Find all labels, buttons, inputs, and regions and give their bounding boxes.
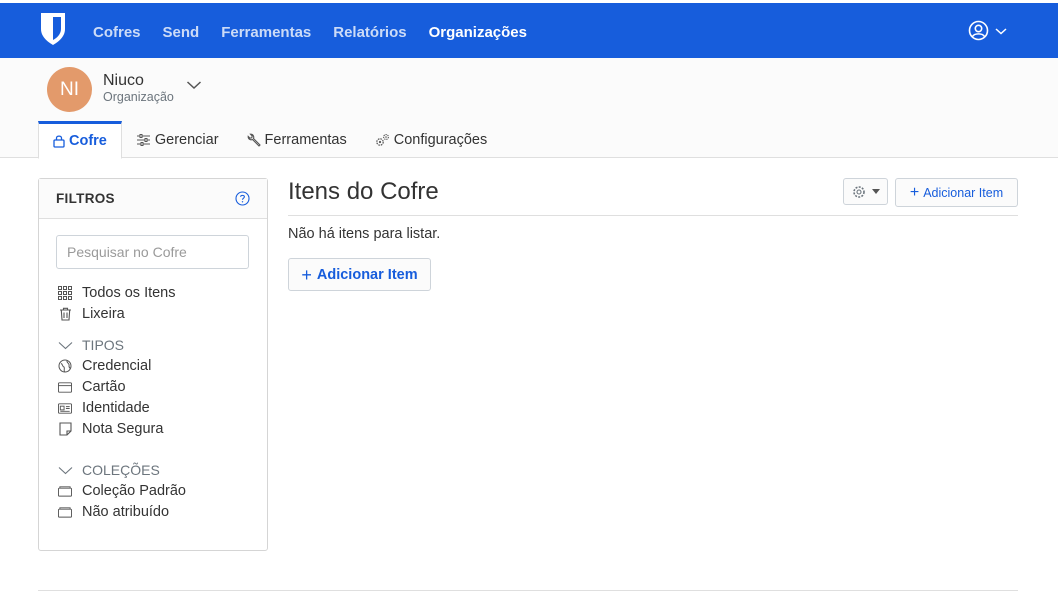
tab-ferramentas[interactable]: Ferramentas	[233, 121, 361, 158]
account-menu[interactable]	[968, 20, 1008, 41]
chevron-down-icon	[58, 341, 74, 350]
trash-icon	[58, 307, 72, 321]
filter-label: Nota Segura	[82, 421, 164, 437]
org-name: Niuco	[103, 72, 144, 89]
title-divider	[288, 215, 1018, 216]
nav-link-send[interactable]: Send	[163, 24, 200, 41]
filter-all-items[interactable]: Todos os Itens	[58, 285, 176, 301]
folder-icon	[58, 505, 72, 519]
filter-label: Cartão	[82, 379, 126, 395]
filter-trash[interactable]: Lixeira	[58, 306, 125, 322]
org-header: NI Niuco Organização Cofre Gerenciar Fer…	[0, 58, 1058, 159]
grid-icon	[58, 286, 72, 300]
plus-icon: +	[909, 183, 920, 201]
globe-icon	[58, 359, 72, 373]
credit-card-icon	[58, 380, 72, 394]
filter-type-credencial[interactable]: Credencial	[58, 358, 151, 374]
empty-message: Não há itens para listar.	[288, 226, 441, 242]
filter-type-identidade[interactable]: Identidade	[58, 400, 150, 416]
filters-header: FILTROS	[39, 179, 267, 219]
sticky-note-icon	[58, 422, 72, 436]
org-tabs: Cofre Gerenciar Ferramentas Configuraçõe…	[38, 121, 502, 159]
types-heading: TIPOS	[82, 337, 125, 353]
org-type: Organização	[103, 90, 174, 104]
vault-options-button[interactable]	[843, 178, 888, 205]
tab-label: Ferramentas	[264, 131, 347, 148]
nav-link-ferramentas[interactable]: Ferramentas	[221, 24, 311, 41]
chevron-down-icon[interactable]	[186, 79, 202, 91]
bitwarden-logo[interactable]	[40, 12, 66, 46]
cogs-icon	[375, 133, 390, 147]
filters-panel: FILTROS Todos os Itens Lixeira TIPOS Cre…	[38, 178, 268, 551]
nav-link-relatorios[interactable]: Relatórios	[333, 24, 406, 41]
page-title: Itens do Cofre	[288, 178, 439, 205]
chevron-down-icon	[58, 466, 74, 475]
gear-icon	[852, 185, 865, 198]
caret-down-icon	[995, 27, 1007, 35]
collections-group-toggle[interactable]: COLEÇÕES	[58, 462, 160, 478]
collections-heading: COLEÇÕES	[82, 462, 160, 478]
org-avatar: NI	[47, 67, 92, 112]
filter-label: Coleção Padrão	[82, 483, 186, 499]
plus-icon: +	[301, 264, 312, 285]
tab-label: Configurações	[393, 131, 488, 148]
top-navbar: Cofres Send Ferramentas Relatórios Organ…	[0, 0, 1058, 58]
nav-link-organizacoes[interactable]: Organizações	[429, 24, 527, 41]
filter-collection-padrao[interactable]: Coleção Padrão	[58, 483, 186, 499]
tab-gerenciar[interactable]: Gerenciar	[122, 121, 233, 158]
add-item-header-button[interactable]: + Adicionar Item	[895, 178, 1018, 207]
filters-title: FILTROS	[56, 191, 115, 206]
add-item-button[interactable]: + Adicionar Item	[288, 258, 431, 291]
id-card-icon	[58, 401, 72, 415]
filter-label: Identidade	[82, 400, 150, 416]
tab-label: Cofre	[69, 133, 107, 149]
lock-icon	[53, 134, 65, 148]
vault-search-input[interactable]	[56, 235, 249, 269]
filter-label: Credencial	[82, 358, 152, 374]
types-group-toggle[interactable]: TIPOS	[58, 337, 124, 353]
nav-link-cofres[interactable]: Cofres	[93, 24, 141, 41]
filter-label: Não atribuído	[82, 504, 170, 520]
footer-divider	[38, 590, 1018, 591]
filter-label: Todos os Itens	[82, 285, 176, 301]
folder-icon	[58, 484, 72, 498]
filter-type-nota-segura[interactable]: Nota Segura	[58, 421, 163, 437]
question-circle-icon[interactable]	[235, 191, 250, 206]
caret-down-icon	[871, 189, 880, 194]
filter-collection-nao-atribuido[interactable]: Não atribuído	[58, 504, 169, 520]
filter-label: Lixeira	[82, 306, 125, 322]
wrench-icon	[247, 133, 261, 147]
tab-label: Gerenciar	[154, 131, 219, 148]
main-nav: Cofres Send Ferramentas Relatórios Organ…	[93, 3, 549, 61]
filter-type-cartao[interactable]: Cartão	[58, 379, 126, 395]
add-item-label: Adicionar Item	[923, 185, 1004, 200]
user-circle-icon	[968, 20, 989, 41]
add-item-button-label: Adicionar Item	[316, 266, 418, 283]
tab-cofre[interactable]: Cofre	[38, 121, 122, 159]
sliders-icon	[136, 133, 151, 146]
tab-configuracoes[interactable]: Configurações	[361, 121, 502, 158]
